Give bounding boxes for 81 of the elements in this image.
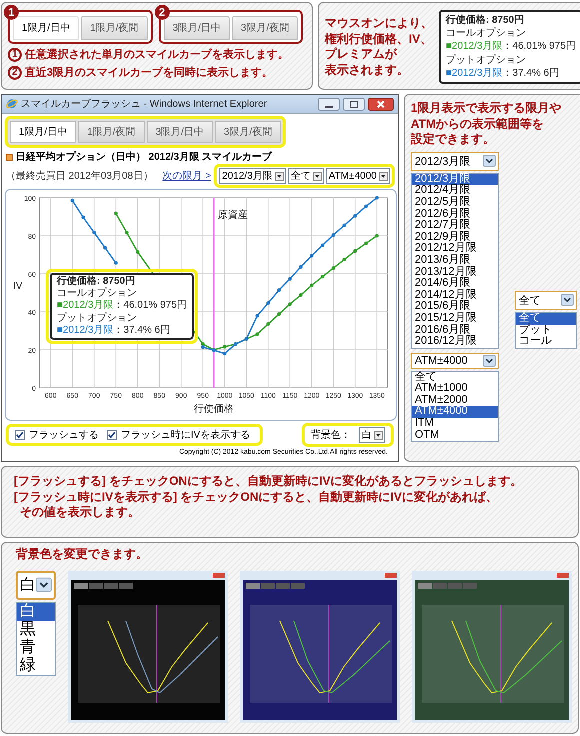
dropdown-option[interactable]: 白 xyxy=(17,602,55,621)
dropdown-option[interactable]: 2016/6月限 xyxy=(412,324,498,336)
dropdown-option[interactable]: 2015/6月限 xyxy=(412,301,498,313)
dropdown-option[interactable]: 全て xyxy=(412,372,498,384)
dropdown-option[interactable]: 青 xyxy=(17,638,55,657)
window-title: スマイルカーブフラッシュ - Windows Internet Explorer xyxy=(21,98,268,111)
dropdown[interactable]: ATM±4000 xyxy=(411,352,499,369)
number-badge: 1 xyxy=(8,48,22,62)
tab[interactable]: 1限月/夜間 xyxy=(81,16,148,40)
number-badge: 2 xyxy=(154,5,170,20)
note-line: 表示されます。 xyxy=(325,62,409,78)
tooltip-label: プットオプション xyxy=(57,312,138,325)
tab[interactable]: 3限月/日中 xyxy=(146,121,214,143)
next-month-link[interactable]: 次の限月 > xyxy=(162,169,212,183)
dropdown-option[interactable]: ATM±2000 xyxy=(412,394,498,406)
checkbox-label: フラッシュ時にIVを表示する xyxy=(121,428,250,442)
dropdown-option[interactable]: コール xyxy=(516,336,576,348)
note-line: [フラッシュする] をチェックONにすると、自動更新時にIVに変化があるとフラッシュします。 xyxy=(14,474,523,490)
dropdown-option[interactable]: 緑 xyxy=(17,656,55,675)
note-line: 1限月表示で表示する限月や xyxy=(411,101,562,117)
dropdown-option[interactable]: 2016/12月限 xyxy=(412,336,498,348)
note-line: 設定できます。 xyxy=(411,132,495,148)
tooltip-label: プットオプション xyxy=(446,54,527,67)
note-text: 任意選択された単月のスマイルカーブを表示します。 xyxy=(25,48,289,62)
dropdown-option[interactable]: 2015/12月限 xyxy=(412,312,498,324)
dropdown-option[interactable]: 2013/6月限 xyxy=(412,254,498,267)
tooltip-label: コールオプション xyxy=(57,288,138,300)
last-trade-date: （最終売買日 2012年03月08日） xyxy=(6,170,154,183)
note-line: ATMからの表示範囲等を xyxy=(411,116,544,132)
note-line: プレミアムが xyxy=(325,47,397,63)
dropdown-option[interactable]: OTM xyxy=(412,430,498,442)
dropdown[interactable]: ATM±4000 xyxy=(326,168,390,184)
background-color-label: 背景色： xyxy=(311,428,351,442)
x-axis-title: 行使価格 xyxy=(194,404,234,415)
reference-line-label: 原資産 xyxy=(218,210,248,221)
note-line: マウスオンにより、 xyxy=(325,16,433,32)
dropdown[interactable]: 白 xyxy=(16,570,56,600)
page-heading: 日経平均オプション（日中） 2012/3月限 スマイルカーブ xyxy=(16,150,272,164)
dropdown-option[interactable]: 2012/6月限 xyxy=(412,208,498,220)
dropdown[interactable]: 白 xyxy=(359,427,385,443)
tooltip-label: コールオプション xyxy=(446,27,527,40)
tab[interactable]: 3限月/夜間 xyxy=(232,16,298,40)
tooltip-value: ■2012/3月限：46.01% 975円 xyxy=(57,300,188,312)
tab[interactable]: 1限月/夜間 xyxy=(78,121,145,143)
dropdown-option[interactable]: 2012/5月限 xyxy=(412,196,498,209)
dropdown-option[interactable]: 全て xyxy=(516,312,576,324)
note-line: 権利行使価格、IV、 xyxy=(325,32,432,48)
dropdown[interactable]: 全て xyxy=(515,290,577,310)
tooltip-value: ■2012/3月限：46.01% 975円 xyxy=(446,40,576,54)
dropdown-option[interactable]: 2012/12月限 xyxy=(412,243,498,255)
note-line: [フラッシュ時にIVを表示する] をチェックONにすると、自動更新時にIVに変化があれば、 xyxy=(14,490,498,506)
number-badge: 1 xyxy=(4,5,19,20)
dropdown[interactable]: 2012/3月限 xyxy=(411,152,499,171)
tooltip-title: 行使価格: 8750円 xyxy=(446,14,526,28)
dropdown-option[interactable]: ATM±1000 xyxy=(412,383,498,395)
dropdown-option[interactable]: ITM xyxy=(412,418,498,430)
y-axis-title: IV xyxy=(13,281,23,292)
tab[interactable]: 3限月/夜間 xyxy=(215,121,282,143)
dropdown[interactable]: 全て xyxy=(288,168,324,184)
tab[interactable]: 3限月/日中 xyxy=(164,16,230,40)
dropdown-option[interactable]: 2012/4月限 xyxy=(412,185,498,197)
note-text: 背景色を変更できます。 xyxy=(16,547,149,563)
dropdown-option[interactable]: 2014/12月限 xyxy=(412,290,498,302)
number-badge: 2 xyxy=(8,66,22,80)
dropdown-option[interactable]: 2014/6月限 xyxy=(412,278,498,290)
dropdown-option[interactable]: 2013/12月限 xyxy=(412,266,498,278)
dropdown[interactable]: 2012/3月限 xyxy=(219,168,286,184)
note-line: その値を表示します。 xyxy=(20,505,140,521)
tooltip-title: 行使価格: 8750円 xyxy=(57,276,136,288)
dropdown-option[interactable]: プット xyxy=(516,324,576,336)
dropdown-option[interactable]: 2012/3月限 xyxy=(412,174,498,186)
checkbox-label: フラッシュする xyxy=(29,429,99,442)
dropdown-option[interactable]: 2012/9月限 xyxy=(412,232,498,244)
note-text: 直近3限月のスマイルカーブを同時に表示します。 xyxy=(25,66,274,80)
tooltip-value: ■2012/3月限：37.4% 6円 xyxy=(446,66,560,80)
tab[interactable]: 1限月/日中 xyxy=(10,121,76,143)
tab[interactable]: 1限月/日中 xyxy=(13,16,80,40)
tooltip-value: ■2012/3月限：37.4% 6円 xyxy=(57,324,172,337)
dropdown-option[interactable]: 2012/7月限 xyxy=(412,220,498,232)
dropdown-option[interactable]: 黒 xyxy=(17,620,55,639)
dropdown-option[interactable]: ATM±4000 xyxy=(412,406,498,418)
